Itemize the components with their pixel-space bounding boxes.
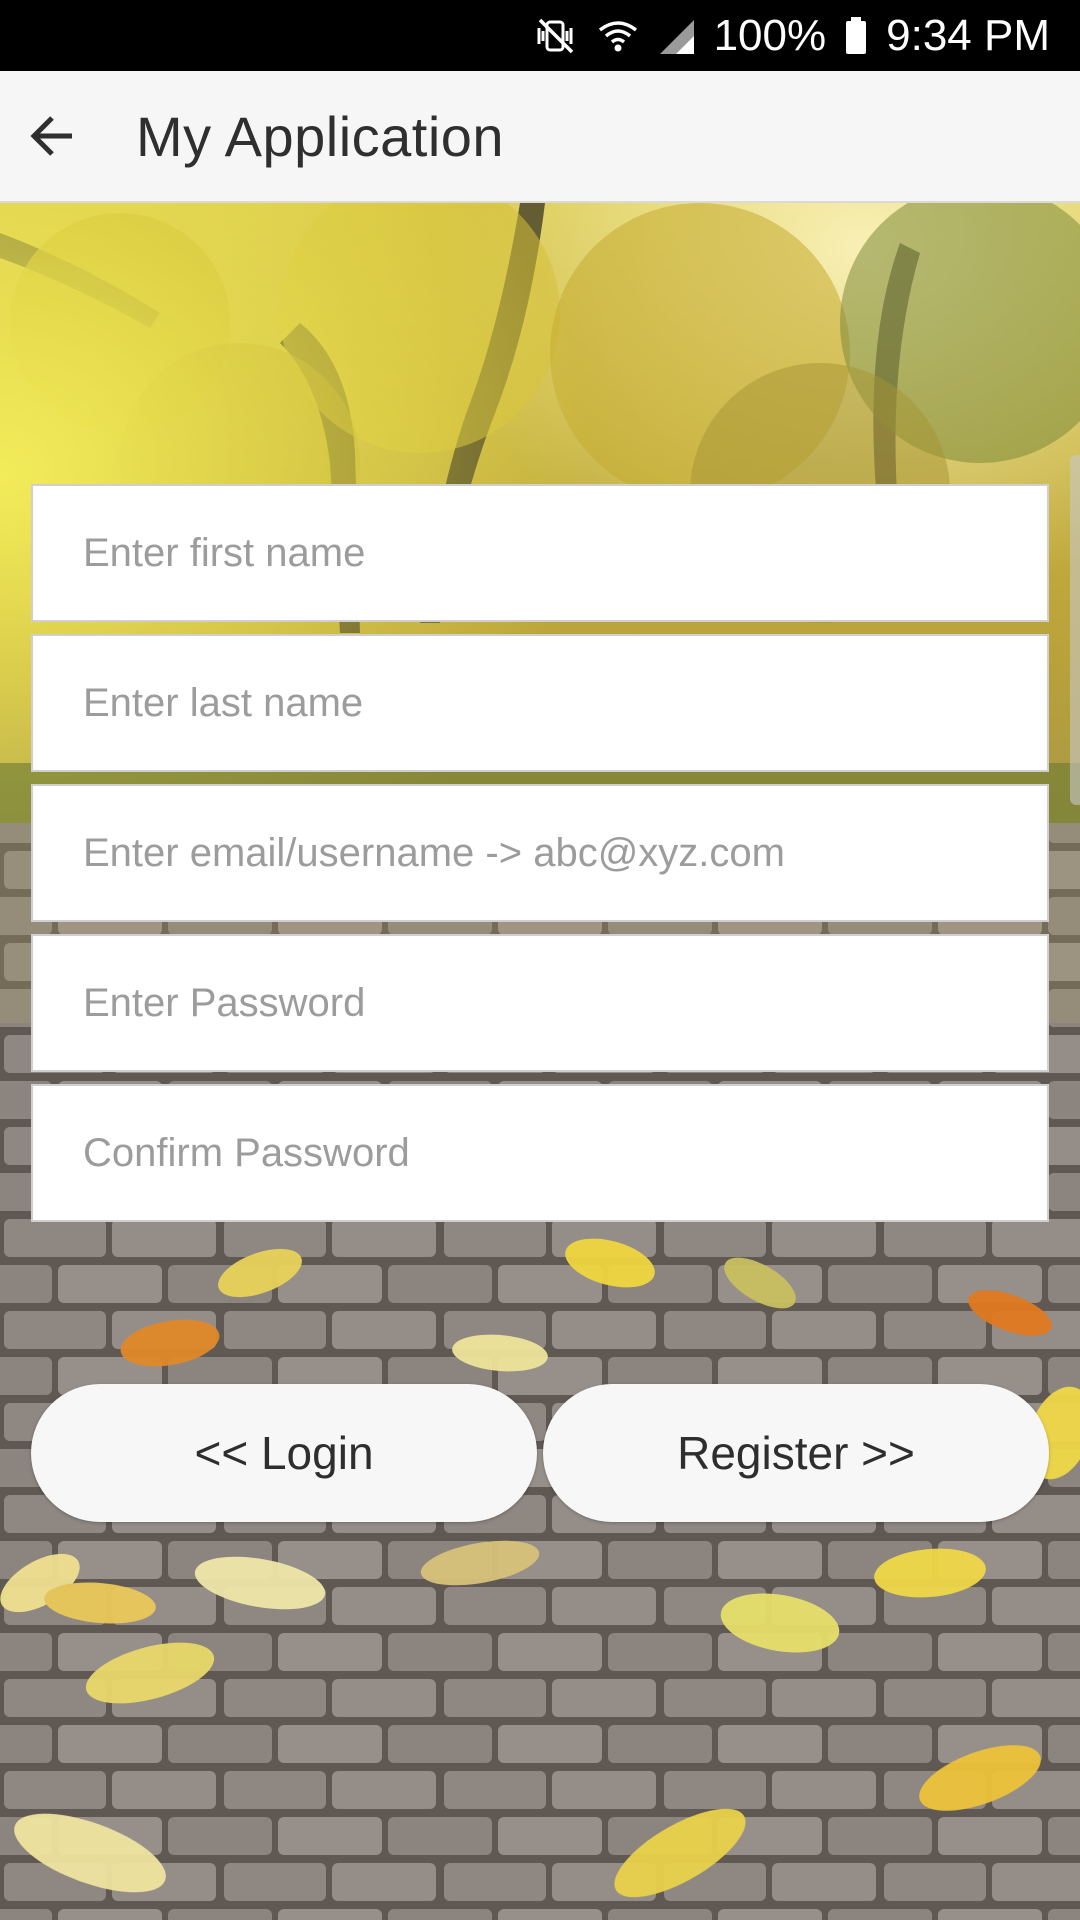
app-bar: My Application — [0, 71, 1080, 203]
registration-form: Enter first name Enter last name Enter e… — [31, 484, 1049, 1234]
arrow-back-icon — [30, 116, 72, 156]
action-buttons: << Login Register >> — [31, 1384, 1049, 1522]
last-name-input[interactable]: Enter last name — [31, 634, 1049, 772]
first-name-input[interactable]: Enter first name — [31, 484, 1049, 622]
login-button[interactable]: << Login — [31, 1384, 537, 1522]
battery-percentage: 100% — [713, 10, 827, 60]
password-input[interactable]: Enter Password — [31, 934, 1049, 1072]
screen: 100% 9:34 PM My Application Enter first … — [0, 0, 1080, 1920]
confirm-password-input[interactable]: Confirm Password — [31, 1084, 1049, 1222]
back-button[interactable] — [4, 88, 100, 184]
cell-signal-icon — [658, 14, 698, 58]
mute-vibrate-icon — [534, 14, 578, 58]
page-title: My Application — [136, 104, 505, 168]
clock: 9:34 PM — [886, 10, 1050, 60]
email-input[interactable]: Enter email/username -> abc@xyz.com — [31, 784, 1049, 922]
scrollbar-edge — [1070, 455, 1080, 805]
wifi-icon — [596, 14, 640, 58]
register-button[interactable]: Register >> — [543, 1384, 1049, 1522]
battery-icon — [844, 14, 868, 58]
status-bar: 100% 9:34 PM — [0, 0, 1080, 71]
